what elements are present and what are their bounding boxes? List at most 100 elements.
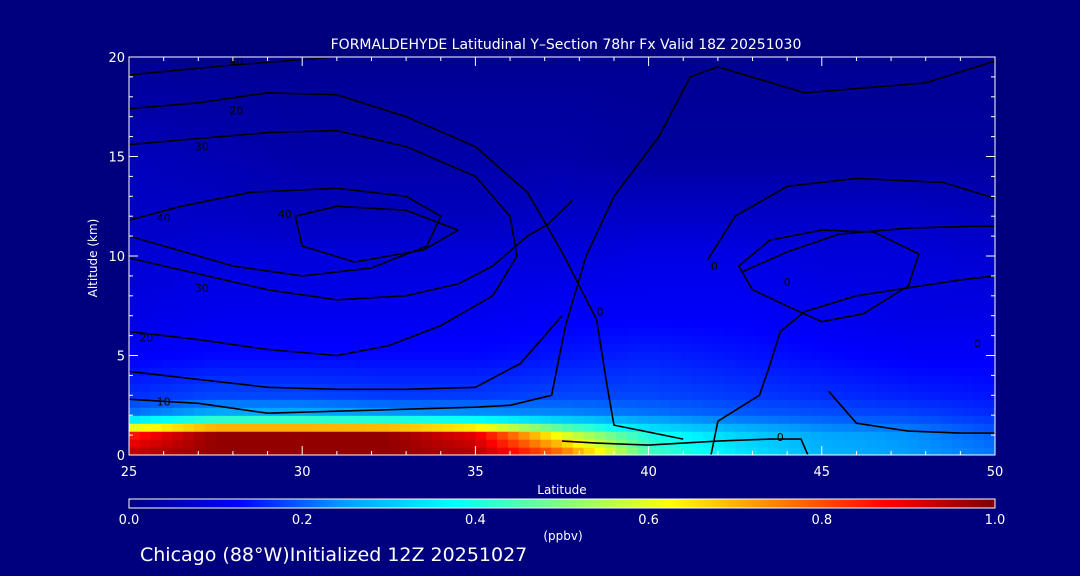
field-cell bbox=[746, 423, 758, 432]
field-cell bbox=[659, 104, 671, 114]
field-cell bbox=[843, 216, 855, 225]
field-cell bbox=[497, 216, 509, 225]
field-cell bbox=[475, 439, 487, 448]
field-cell bbox=[139, 287, 152, 297]
field-cell bbox=[724, 271, 736, 281]
field-cell bbox=[475, 279, 487, 289]
field-cell bbox=[150, 57, 163, 66]
field-cell bbox=[767, 224, 780, 233]
field-cell bbox=[605, 351, 617, 361]
field-cell bbox=[789, 208, 801, 217]
field-cell bbox=[605, 263, 617, 273]
field-cell bbox=[215, 176, 228, 185]
field-cell bbox=[897, 383, 909, 392]
field-cell bbox=[637, 104, 650, 114]
field-cell bbox=[702, 232, 715, 241]
field-cell bbox=[464, 112, 476, 122]
field-cell bbox=[367, 72, 379, 82]
field-cell bbox=[215, 319, 228, 329]
field-cell bbox=[356, 208, 368, 217]
field-cell bbox=[129, 184, 141, 193]
field-cell bbox=[475, 136, 487, 146]
field-cell bbox=[605, 423, 617, 432]
field-cell bbox=[973, 128, 985, 138]
field-cell bbox=[497, 415, 509, 424]
field-cell bbox=[323, 375, 336, 384]
field-cell bbox=[562, 88, 574, 98]
field-cell bbox=[778, 287, 790, 297]
field-cell bbox=[616, 303, 628, 313]
field-cell bbox=[940, 232, 953, 241]
field-cell bbox=[551, 120, 563, 130]
field-cell bbox=[724, 96, 736, 106]
field-cell bbox=[843, 57, 855, 66]
field-cell bbox=[183, 152, 195, 162]
field-cell bbox=[453, 327, 466, 337]
field-cell bbox=[875, 96, 888, 106]
field-cell bbox=[377, 375, 390, 384]
field-cell bbox=[778, 263, 790, 273]
field-cell bbox=[832, 208, 845, 217]
field-cell bbox=[886, 407, 899, 416]
field-cell bbox=[291, 263, 303, 273]
field-cell bbox=[183, 160, 195, 170]
field-cell bbox=[940, 64, 953, 74]
field-cell bbox=[410, 152, 422, 162]
field-cell bbox=[345, 112, 357, 122]
field-cell bbox=[421, 415, 433, 424]
field-cell bbox=[605, 120, 617, 130]
field-cell bbox=[637, 343, 650, 353]
field-cell bbox=[388, 88, 401, 98]
field-cell bbox=[453, 128, 466, 138]
field-cell bbox=[897, 64, 909, 74]
field-cell bbox=[875, 439, 888, 448]
field-cell bbox=[616, 383, 628, 392]
field-cell bbox=[551, 224, 563, 233]
field-cell bbox=[821, 192, 834, 201]
field-cell bbox=[313, 287, 325, 297]
field-cell bbox=[746, 343, 758, 353]
field-cell bbox=[778, 447, 790, 455]
field-cell bbox=[735, 303, 747, 313]
field-cell bbox=[507, 136, 520, 146]
field-cell bbox=[432, 335, 444, 345]
field-cell bbox=[746, 240, 758, 249]
field-cell bbox=[356, 248, 368, 257]
field-cell bbox=[605, 80, 617, 90]
field-cell bbox=[280, 319, 292, 329]
field-cell bbox=[367, 57, 379, 66]
field-cell bbox=[129, 359, 141, 369]
field-cell bbox=[540, 144, 552, 154]
field-cell bbox=[756, 88, 769, 98]
field-cell bbox=[421, 57, 433, 66]
field-cell bbox=[540, 287, 552, 297]
field-cell bbox=[129, 240, 141, 249]
field-cell bbox=[237, 248, 249, 257]
field-cell bbox=[691, 184, 704, 193]
field-cell bbox=[248, 192, 260, 201]
field-cell bbox=[193, 184, 206, 193]
field-cell bbox=[908, 359, 920, 369]
field-cell bbox=[226, 152, 238, 162]
field-cell bbox=[442, 391, 455, 400]
field-cell bbox=[886, 184, 899, 193]
field-cell bbox=[562, 160, 574, 170]
field-cell bbox=[129, 287, 141, 297]
field-cell bbox=[529, 415, 541, 424]
field-cell bbox=[183, 407, 195, 416]
field-cell bbox=[746, 375, 758, 384]
field-cell bbox=[821, 287, 834, 297]
field-cell bbox=[865, 399, 877, 408]
field-cell bbox=[626, 184, 639, 193]
field-cell bbox=[453, 415, 466, 424]
field-cell bbox=[681, 327, 693, 337]
field-cell bbox=[237, 176, 249, 185]
field-cell bbox=[204, 263, 217, 273]
field-cell bbox=[583, 407, 596, 416]
field-cell bbox=[139, 104, 152, 114]
field-cell bbox=[724, 232, 736, 241]
field-cell bbox=[248, 72, 260, 82]
field-cell bbox=[204, 176, 217, 185]
field-cell bbox=[930, 216, 942, 225]
field-cell bbox=[518, 375, 531, 384]
